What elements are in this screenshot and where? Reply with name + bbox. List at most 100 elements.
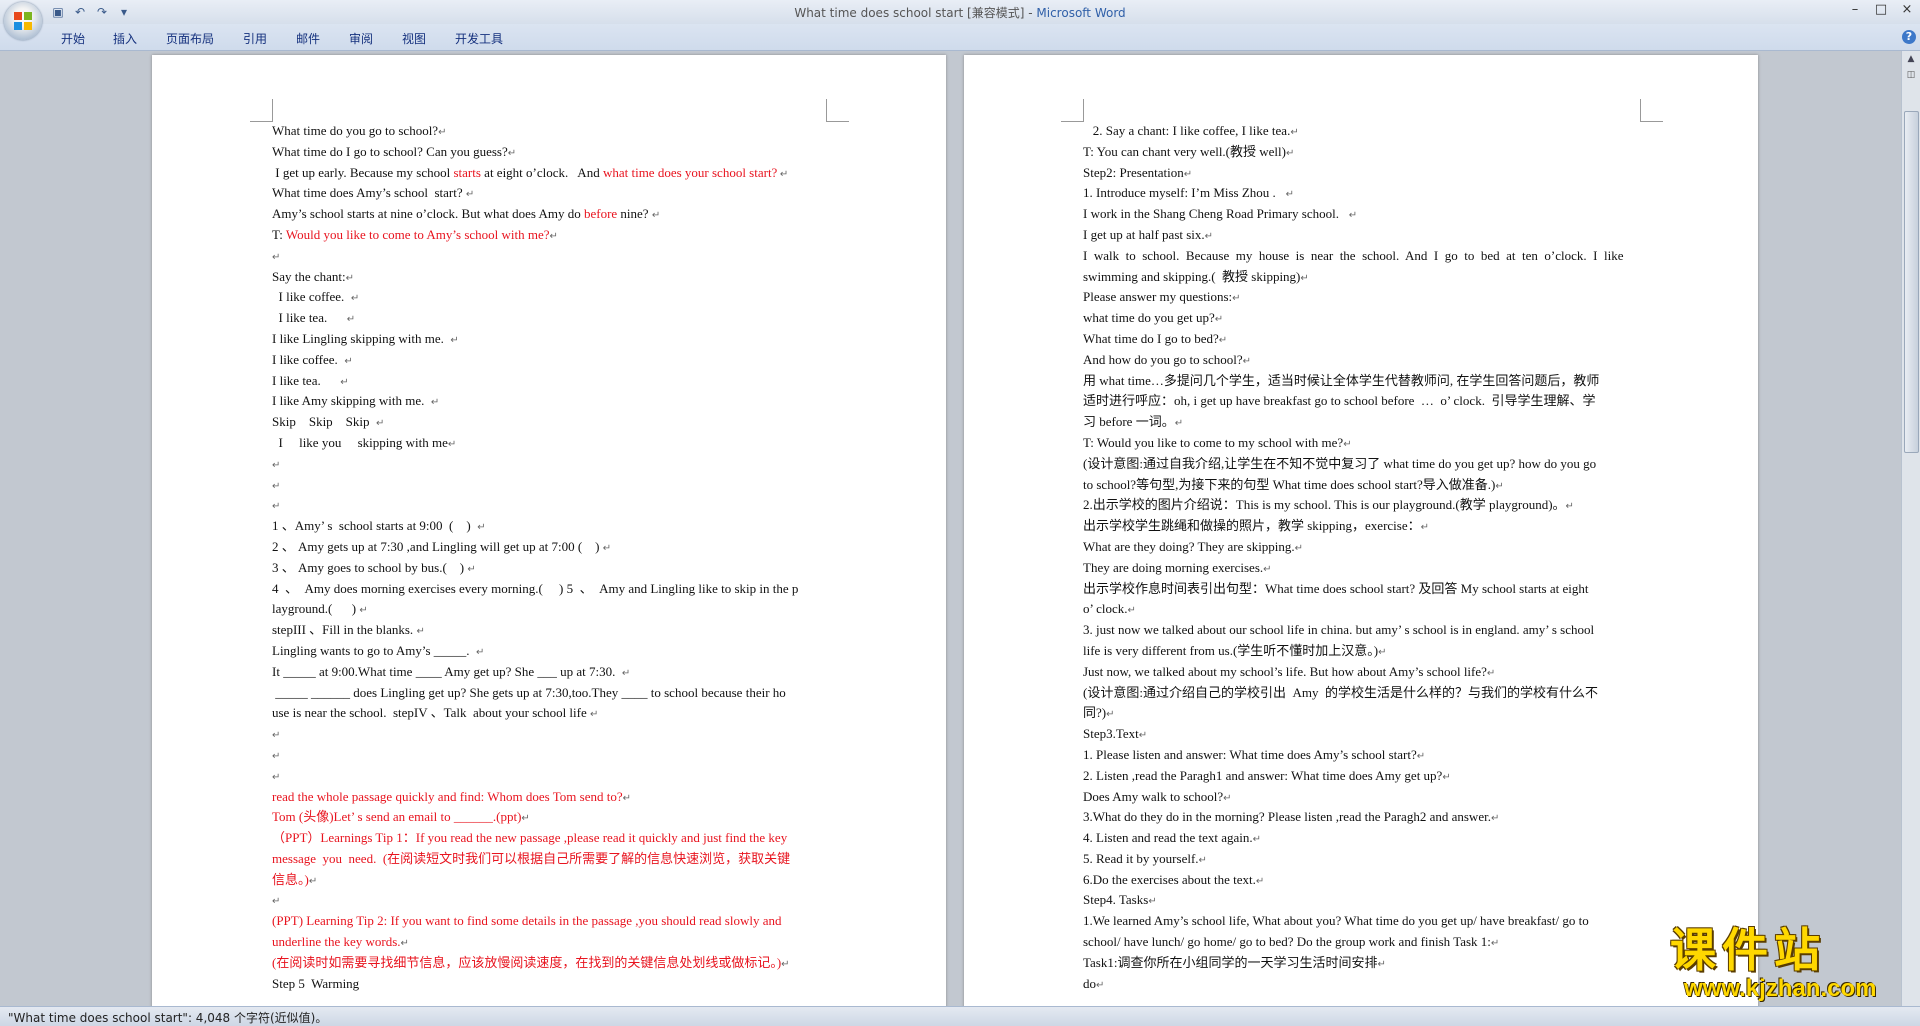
- text-line[interactable]: T: You can chant very well.(教授 well)↵: [1083, 142, 1639, 163]
- tab-review[interactable]: 审阅: [349, 30, 373, 47]
- text-line[interactable]: I like coffee. ↵: [272, 287, 827, 308]
- tab-insert[interactable]: 插入: [113, 30, 137, 47]
- text-line[interactable]: ↵: [272, 475, 827, 496]
- text-line[interactable]: Say the chant:↵: [272, 267, 827, 288]
- text-line[interactable]: use is near the school. stepIV 、Talk abo…: [272, 703, 827, 724]
- text-line[interactable]: 同?)↵: [1083, 703, 1639, 724]
- text-line[interactable]: I like you skipping with me↵: [272, 433, 827, 454]
- text-line[interactable]: ↵: [272, 890, 827, 911]
- text-line[interactable]: Step3.Text↵: [1083, 724, 1639, 745]
- ruler-toggle-icon[interactable]: ◫: [1904, 69, 1918, 81]
- text-line[interactable]: underline the key words.↵: [272, 932, 827, 953]
- text-line[interactable]: What time do I go to school? Can you gue…: [272, 142, 827, 163]
- text-line[interactable]: It _____ at 9:00.What time ____ Amy get …: [272, 662, 827, 683]
- text-line[interactable]: stepIII 、Fill in the blanks. ↵: [272, 620, 827, 641]
- text-line[interactable]: 习 before 一词。↵: [1083, 412, 1639, 433]
- text-line[interactable]: 4 、 Amy does morning exercises every mor…: [272, 579, 827, 600]
- text-line[interactable]: 1. Introduce myself: I’m Miss Zhou . ↵: [1083, 183, 1639, 204]
- text-line[interactable]: Please answer my questions:↵: [1083, 287, 1639, 308]
- text-line[interactable]: o’ clock.↵: [1083, 599, 1639, 620]
- text-line[interactable]: school/ have lunch/ go home/ go to bed? …: [1083, 932, 1639, 953]
- text-line[interactable]: Does Amy walk to school?↵: [1083, 787, 1639, 808]
- tab-references[interactable]: 引用: [243, 30, 267, 47]
- text-line[interactable]: I get up early. Because my school starts…: [272, 163, 827, 184]
- text-line[interactable]: 适时进行呼应：oh, i get up have breakfast go to…: [1083, 391, 1639, 412]
- help-icon[interactable]: ?: [1902, 30, 1916, 44]
- text-line[interactable]: Step2: Presentation↵: [1083, 163, 1639, 184]
- text-line[interactable]: 1.We learned Amy’s school life, What abo…: [1083, 911, 1639, 932]
- text-line[interactable]: ↵: [272, 454, 827, 475]
- tab-view[interactable]: 视图: [402, 30, 426, 47]
- text-line[interactable]: I walk to school. Because my house is ne…: [1083, 246, 1639, 267]
- text-line[interactable]: 用 what time…多提问几个学生，适当时候让全体学生代替教师问, 在学生回…: [1083, 371, 1639, 392]
- text-line[interactable]: do↵: [1083, 974, 1639, 995]
- text-line[interactable]: What time do I go to bed?↵: [1083, 329, 1639, 350]
- text-line[interactable]: What time do you go to school?↵: [272, 121, 827, 142]
- tab-page-layout[interactable]: 页面布局: [166, 30, 214, 47]
- tab-developer[interactable]: 开发工具: [455, 30, 503, 47]
- text-line[interactable]: Lingling wants to go to Amy’s _____. ↵: [272, 641, 827, 662]
- text-line[interactable]: ↵: [272, 724, 827, 745]
- text-line[interactable]: read the whole passage quickly and find:…: [272, 787, 827, 808]
- text-line[interactable]: ↵: [272, 766, 827, 787]
- text-line[interactable]: I like Amy skipping with me. ↵: [272, 391, 827, 412]
- text-line[interactable]: ↵: [272, 745, 827, 766]
- scroll-up-arrow-icon[interactable]: ▲: [1902, 51, 1920, 67]
- text-line[interactable]: Tom (头像)Let’ s send an email to ______.(…: [272, 807, 827, 828]
- text-line[interactable]: life is very different from us.(学生听不懂时加上…: [1083, 641, 1639, 662]
- text-line[interactable]: They are doing morning exercises.↵: [1083, 558, 1639, 579]
- text-line[interactable]: T: Would you like to come to my school w…: [1083, 433, 1639, 454]
- text-line[interactable]: what time do you get up?↵: [1083, 308, 1639, 329]
- text-line[interactable]: And how do you go to school?↵: [1083, 350, 1639, 371]
- text-line[interactable]: 3.What do they do in the morning? Please…: [1083, 807, 1639, 828]
- text-line[interactable]: I get up at half past six.↵: [1083, 225, 1639, 246]
- text-line[interactable]: I like Lingling skipping with me. ↵: [272, 329, 827, 350]
- text-line[interactable]: to school?等句型,为接下来的句型 What time does sch…: [1083, 475, 1639, 496]
- text-line[interactable]: What are they doing? They are skipping.↵: [1083, 537, 1639, 558]
- text-line[interactable]: (PPT) Learning Tip 2: If you want to fin…: [272, 911, 827, 932]
- minimize-button[interactable]: –: [1842, 0, 1868, 20]
- scrollbar-thumb[interactable]: [1904, 111, 1919, 453]
- word-count-status[interactable]: "What time does school start": 4,048 个字符…: [8, 1009, 327, 1026]
- text-line[interactable]: swimming and skipping.( 教授 skipping)↵: [1083, 267, 1639, 288]
- text-line[interactable]: T: Would you like to come to Amy’s schoo…: [272, 225, 827, 246]
- page-text-right[interactable]: 2. Say a chant: I like coffee, I like te…: [1083, 121, 1639, 994]
- text-line[interactable]: Task1:调查你所在小组同学的一天学习生活时间安排↵: [1083, 953, 1639, 974]
- maximize-button[interactable]: □: [1868, 0, 1894, 20]
- text-line[interactable]: 信息。)↵: [272, 870, 827, 891]
- text-line[interactable]: 1 、Amy’ s school starts at 9:00 ( ) ↵: [272, 516, 827, 537]
- tab-home[interactable]: 开始: [61, 30, 85, 47]
- text-line[interactable]: 2 、 Amy gets up at 7:30 ,and Lingling wi…: [272, 537, 827, 558]
- text-line[interactable]: (设计意图:通过自我介绍,让学生在不知不觉中复习了 what time do y…: [1083, 454, 1639, 475]
- text-line[interactable]: 3. just now we talked about our school l…: [1083, 620, 1639, 641]
- text-line[interactable]: Skip Skip Skip ↵: [272, 412, 827, 433]
- text-line[interactable]: Just now, we talked about my school’s li…: [1083, 662, 1639, 683]
- text-line[interactable]: layground.( ) ↵: [272, 599, 827, 620]
- text-line[interactable]: 3 、 Amy goes to school by bus.( ) ↵: [272, 558, 827, 579]
- text-line[interactable]: 出示学校学生跳绳和做操的照片，教学 skipping，exercise：↵: [1083, 516, 1639, 537]
- tab-mailings[interactable]: 邮件: [296, 30, 320, 47]
- text-line[interactable]: 2. Say a chant: I like coffee, I like te…: [1083, 121, 1639, 142]
- text-line[interactable]: I like coffee. ↵: [272, 350, 827, 371]
- text-line[interactable]: Step 5 Warming: [272, 974, 827, 995]
- text-line[interactable]: I like tea. ↵: [272, 371, 827, 392]
- text-line[interactable]: Step4. Tasks↵: [1083, 890, 1639, 911]
- office-button[interactable]: [4, 2, 42, 40]
- text-line[interactable]: ↵: [272, 495, 827, 516]
- text-line[interactable]: 5. Read it by yourself.↵: [1083, 849, 1639, 870]
- text-line[interactable]: 出示学校作息时间表引出句型：What time does school star…: [1083, 579, 1639, 600]
- page-text-left[interactable]: What time do you go to school?↵ What time…: [272, 121, 827, 994]
- text-line[interactable]: ↵: [272, 246, 827, 267]
- vertical-scrollbar[interactable]: ▲ ◫: [1901, 51, 1920, 1006]
- text-line[interactable]: Amy’s school starts at nine o’clock. But…: [272, 204, 827, 225]
- text-line[interactable]: 2.出示学校的图片介绍说：This is my school. This is …: [1083, 495, 1639, 516]
- text-line[interactable]: （PPT）Learnings Tip 1：If you read the new…: [272, 828, 827, 849]
- text-line[interactable]: _____ ______ does Lingling get up? She g…: [272, 683, 827, 704]
- text-line[interactable]: 4. Listen and read the text again.↵: [1083, 828, 1639, 849]
- text-line[interactable]: 2. Listen ,read the Paragh1 and answer: …: [1083, 766, 1639, 787]
- text-line[interactable]: 1. Please listen and answer: What time d…: [1083, 745, 1639, 766]
- text-line[interactable]: I work in the Shang Cheng Road Primary s…: [1083, 204, 1639, 225]
- text-line[interactable]: What time does Amy’s school start? ↵: [272, 183, 827, 204]
- text-line[interactable]: I like tea. ↵: [272, 308, 827, 329]
- text-line[interactable]: (设计意图:通过介绍自己的学校引出 Amy 的学校生活是什么样的？与我们的学校有…: [1083, 683, 1639, 704]
